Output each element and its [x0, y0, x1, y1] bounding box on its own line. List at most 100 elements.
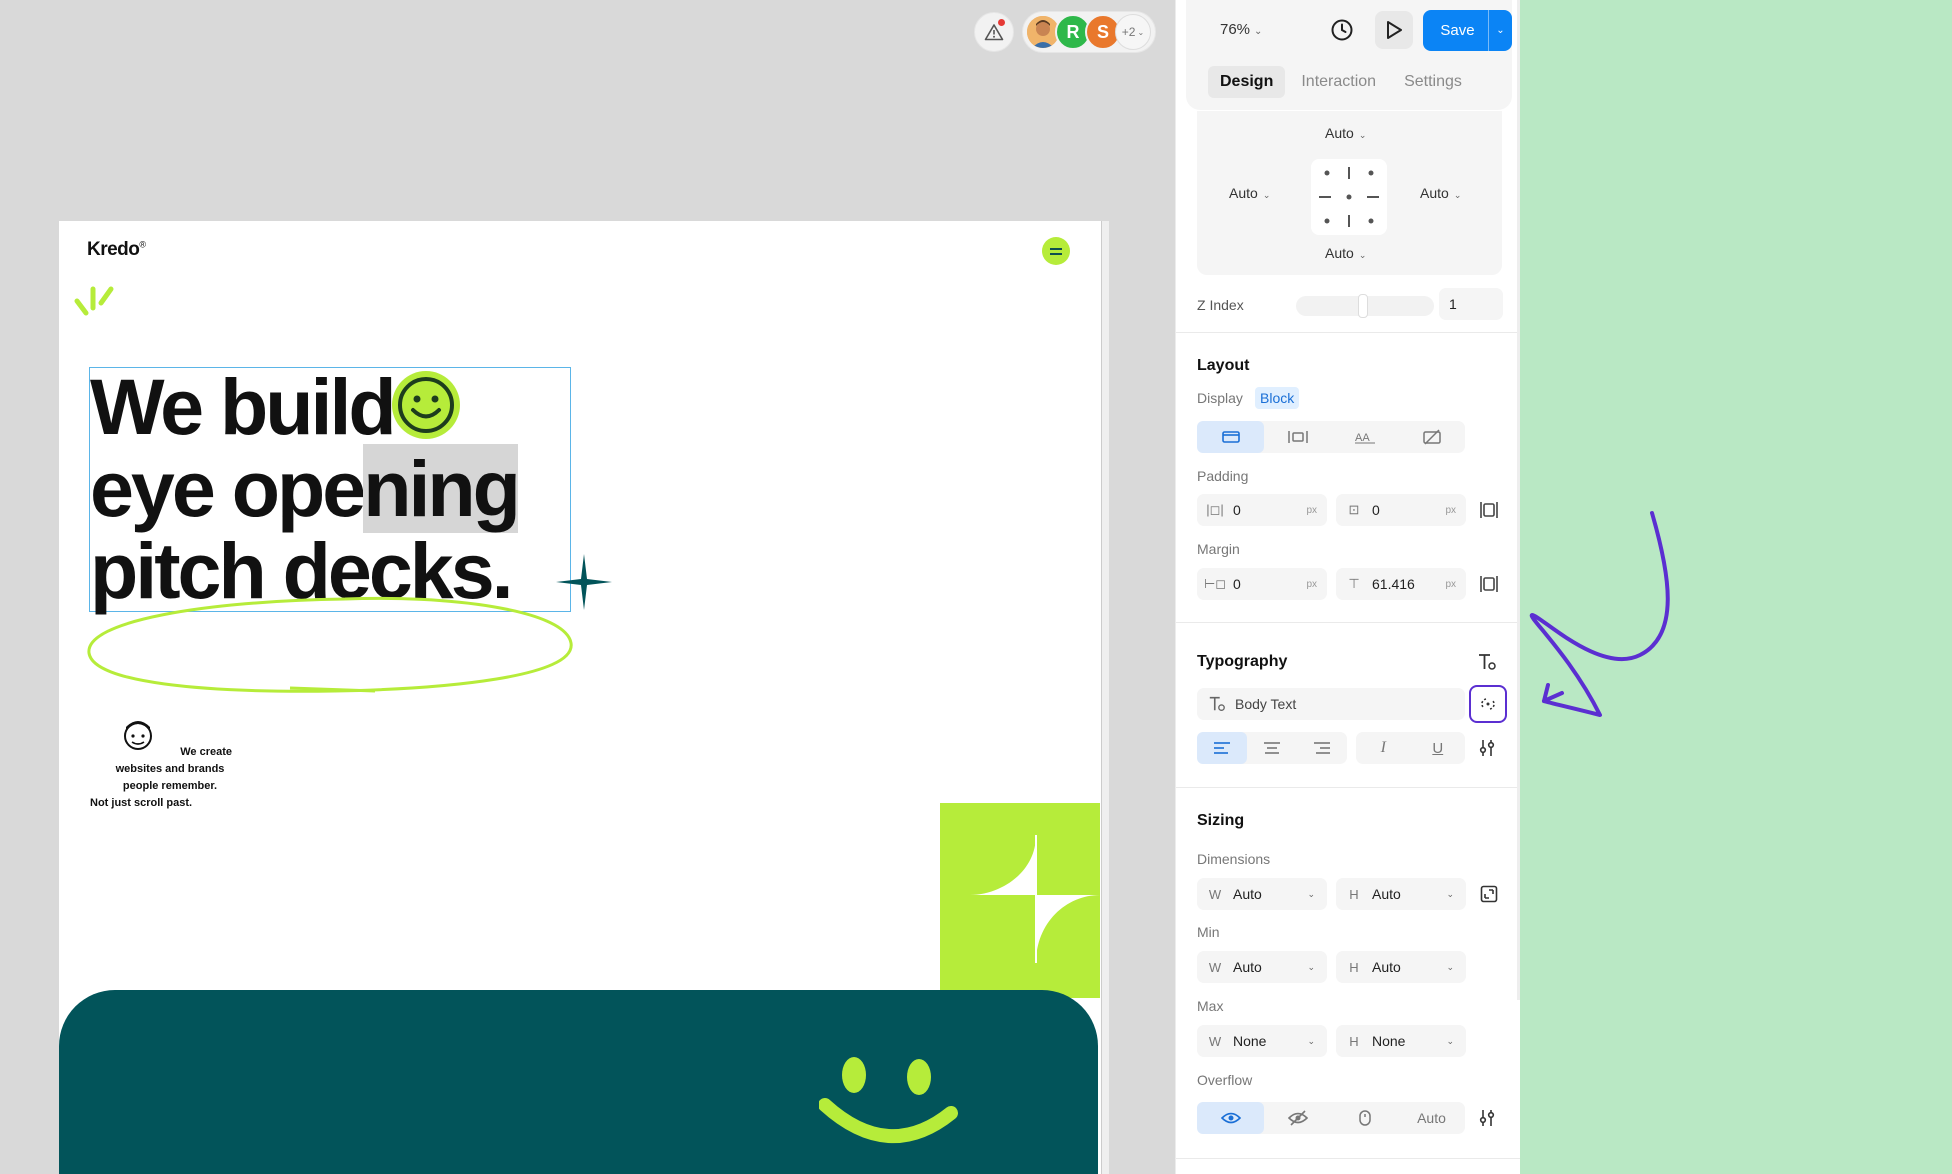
slider-thumb[interactable]	[1358, 294, 1368, 318]
underline-option[interactable]: U	[1411, 732, 1466, 764]
site-menu-button[interactable]	[1042, 237, 1070, 265]
mouse-scroll-icon	[1358, 1110, 1371, 1126]
display-mode-selector: AA	[1197, 421, 1465, 453]
save-button[interactable]: Save ⌄	[1423, 10, 1512, 51]
inline-text-icon: AA	[1354, 432, 1375, 444]
hand-drawn-ellipse	[87, 596, 573, 693]
panel-scrollbar[interactable]	[1517, 0, 1520, 1000]
max-height-select[interactable]: H None ⌄	[1336, 1025, 1466, 1057]
max-label: Max	[1197, 998, 1224, 1014]
collaborator-avatars[interactable]: R S +2 ⌄	[1022, 11, 1156, 53]
typography-settings-button[interactable]	[1473, 734, 1501, 762]
headline-highlight: ning	[363, 444, 521, 533]
artboard[interactable]: Kredo® We build eye opening pitch decks.…	[59, 221, 1106, 1174]
position-right-value: Auto	[1420, 185, 1449, 201]
alignment-grid-icon[interactable]	[1311, 159, 1387, 235]
divider	[1176, 622, 1520, 623]
clock-icon	[1331, 19, 1353, 41]
aspect-ratio-button[interactable]	[1475, 880, 1503, 908]
position-top-value: Auto	[1325, 125, 1354, 141]
decorative-shape	[940, 803, 1100, 998]
detach-link-icon	[1481, 698, 1495, 710]
padding-horizontal-icon: |◻|	[1206, 502, 1224, 517]
max-width-select[interactable]: W None ⌄	[1197, 1025, 1327, 1057]
overflow-hidden-option[interactable]	[1264, 1102, 1331, 1134]
overflow-settings-button[interactable]	[1473, 1104, 1501, 1132]
overflow-auto-option[interactable]: Auto	[1398, 1102, 1465, 1134]
max-width-value: None	[1233, 1033, 1267, 1049]
text-style-select[interactable]: Body Text	[1197, 688, 1465, 720]
display-flex-option[interactable]	[1264, 421, 1331, 453]
display-none-option[interactable]	[1398, 421, 1465, 453]
width-select[interactable]: W Auto ⌄	[1197, 878, 1327, 910]
design-canvas[interactable]: R S +2 ⌄ Kredo® We build eye opening pitc…	[0, 0, 1175, 1174]
margin-horizontal-input[interactable]: ⊢◻ 0 px	[1197, 568, 1327, 600]
blurb-line-3: people remember.	[122, 780, 218, 792]
chevron-down-icon: ⌄	[1446, 888, 1454, 899]
position-top-select[interactable]: Auto ⌄	[1325, 125, 1366, 141]
align-center-option[interactable]	[1247, 732, 1297, 764]
align-left-option[interactable]	[1197, 732, 1247, 764]
padding-horizontal-value: 0	[1233, 502, 1241, 518]
detach-style-button[interactable]	[1469, 685, 1507, 723]
height-select[interactable]: H Auto ⌄	[1336, 878, 1466, 910]
chevron-down-icon: ⌄	[1254, 26, 1263, 37]
z-index-input[interactable]: 1	[1439, 288, 1503, 320]
warning-button[interactable]	[974, 12, 1014, 52]
artboard-scrollbar[interactable]	[1101, 221, 1109, 1174]
min-width-axis-label: W	[1208, 959, 1222, 975]
eye-icon	[1220, 1112, 1241, 1124]
overflow-scroll-option[interactable]	[1331, 1102, 1398, 1134]
z-index-slider[interactable]	[1296, 294, 1434, 318]
display-inline-option[interactable]: AA	[1331, 421, 1398, 453]
padding-horizontal-input[interactable]: |◻| 0 px	[1197, 494, 1327, 526]
display-value-badge[interactable]: Block	[1255, 387, 1300, 409]
padding-expand-button[interactable]	[1475, 496, 1503, 524]
min-height-select[interactable]: H Auto ⌄	[1336, 951, 1466, 983]
margin-vertical-input[interactable]: ⊤ 61.416 px	[1336, 568, 1466, 600]
min-height-axis-label: H	[1349, 959, 1359, 975]
margin-vertical-value: 61.416	[1372, 576, 1415, 592]
expand-sides-icon	[1480, 576, 1498, 592]
save-options-chevron-icon[interactable]: ⌄	[1488, 10, 1512, 51]
margin-vertical-unit: px	[1445, 578, 1456, 590]
position-bottom-select[interactable]: Auto ⌄	[1325, 245, 1366, 261]
preview-button[interactable]	[1375, 11, 1413, 49]
margin-label: Margin	[1197, 541, 1240, 557]
underline-icon: U	[1432, 739, 1444, 757]
width-value: Auto	[1233, 886, 1262, 902]
more-collaborators-button[interactable]: +2 ⌄	[1115, 14, 1151, 50]
tab-interaction[interactable]: Interaction	[1289, 66, 1388, 98]
overflow-visible-option[interactable]	[1197, 1102, 1264, 1134]
position-left-select[interactable]: Auto ⌄	[1229, 185, 1270, 201]
footer-section	[59, 990, 1098, 1174]
site-logo[interactable]: Kredo®	[87, 239, 146, 261]
margin-horizontal-unit: px	[1306, 578, 1317, 590]
italic-option[interactable]: I	[1356, 732, 1411, 764]
divider	[1176, 787, 1520, 788]
padding-horizontal-unit: px	[1306, 504, 1317, 516]
padding-vertical-input[interactable]: ⊡ 0 px	[1336, 494, 1466, 526]
align-right-option[interactable]	[1297, 732, 1347, 764]
tab-settings[interactable]: Settings	[1392, 66, 1474, 98]
block-icon	[1221, 431, 1240, 443]
history-button[interactable]	[1326, 14, 1358, 46]
panel-header: 76% ⌄ Save ⌄ Design Interaction Settings	[1186, 0, 1512, 110]
sliders-icon	[1479, 740, 1495, 756]
margin-expand-button[interactable]	[1475, 570, 1503, 598]
min-width-select[interactable]: W Auto ⌄	[1197, 951, 1327, 983]
logo-mark: ®	[139, 239, 146, 250]
zoom-dropdown[interactable]: 76% ⌄	[1220, 21, 1262, 38]
hand-drawn-arrow-annotation	[1529, 511, 1670, 717]
tab-design[interactable]: Design	[1208, 66, 1286, 98]
chevron-down-icon: ⌄	[1358, 250, 1367, 260]
zoom-value: 76%	[1220, 21, 1251, 38]
text-style-button[interactable]	[1473, 648, 1501, 676]
panel-tabs: Design Interaction Settings	[1208, 66, 1474, 98]
width-axis-label: W	[1208, 886, 1222, 902]
expand-sides-icon	[1480, 502, 1498, 518]
chevron-down-icon: ⌄	[1307, 888, 1315, 899]
position-right-select[interactable]: Auto ⌄	[1420, 185, 1461, 201]
display-block-option[interactable]	[1197, 421, 1264, 453]
chevron-down-icon: ⌄	[1446, 961, 1454, 972]
